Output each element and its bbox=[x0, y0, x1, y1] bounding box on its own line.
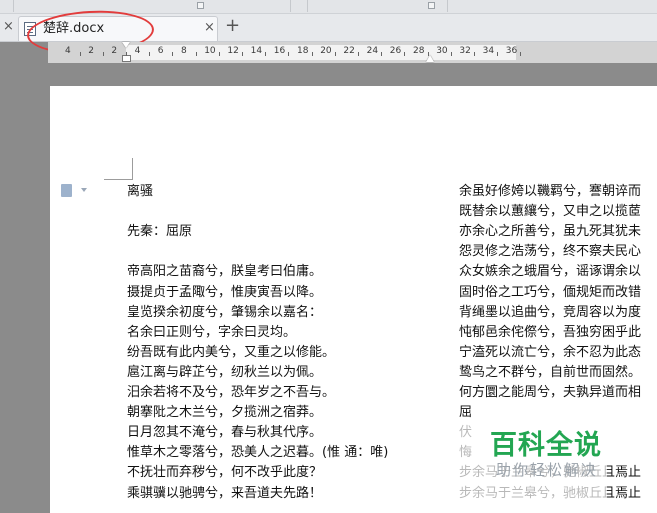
ruler-number: 6 bbox=[157, 46, 164, 56]
ruler-number: 2 bbox=[88, 46, 94, 56]
watermark-subtitle: 助你轻松解决 bbox=[496, 461, 599, 479]
text-line: 帝高阳之苗裔兮，朕皇考曰伯庸。 bbox=[127, 264, 323, 280]
ruler-number: 14 bbox=[250, 46, 263, 56]
text-line: 鸷鸟之不群兮，自前世而固然。 bbox=[459, 364, 642, 380]
ruler-tick bbox=[450, 52, 452, 56]
text-line: 背绳墨以追曲兮，竞周容以为度 bbox=[459, 304, 642, 320]
ruler-tick bbox=[218, 52, 220, 56]
text-line: 怨灵修之浩荡兮，终不察夫民心 bbox=[459, 244, 642, 260]
text-line: 乘骐骥以驰骋兮，来吾道夫先路！ bbox=[127, 485, 323, 501]
ruler-tick bbox=[427, 52, 429, 56]
ruler-number: 12 bbox=[227, 46, 239, 56]
ruler-tick bbox=[172, 52, 174, 56]
ruler-number: 24 bbox=[366, 46, 379, 56]
text-line: 皇览揆余初度兮，肇锡余以嘉名： bbox=[127, 304, 323, 320]
text-line: 忳郁邑余侘傺兮，吾独穷困乎此 bbox=[459, 324, 642, 340]
chevron-down-icon[interactable] bbox=[81, 188, 87, 192]
ruler-number: 4 bbox=[65, 46, 71, 56]
tab-close-icon[interactable]: × bbox=[204, 20, 215, 35]
strip-divider bbox=[13, 0, 14, 12]
ruler-number: 16 bbox=[273, 46, 286, 56]
right-indent-marker[interactable] bbox=[426, 55, 434, 62]
ruler-number: 34 bbox=[482, 46, 495, 56]
ruler-tick bbox=[358, 52, 359, 56]
ruler-tick bbox=[126, 52, 127, 56]
ruler-tick bbox=[404, 52, 406, 56]
ruler-number: 28 bbox=[413, 46, 425, 56]
strip-divider bbox=[290, 0, 291, 12]
text-line: 先秦：屈原 bbox=[127, 224, 193, 240]
ruler-tick bbox=[288, 52, 290, 56]
ruler-tick bbox=[242, 52, 243, 56]
close-icon[interactable]: × bbox=[3, 19, 14, 35]
text-line: 亦余心之所善兮，虽九死其犹未 bbox=[459, 224, 642, 240]
ruler-tick bbox=[265, 52, 267, 56]
text-line: 扈江离与辟芷兮，纫秋兰以为佩。 bbox=[127, 364, 323, 380]
ruler-tick bbox=[381, 52, 383, 56]
text-line: 离骚 bbox=[127, 184, 154, 199]
ruler-number: 8 bbox=[181, 46, 187, 56]
ruler-number: 30 bbox=[436, 46, 448, 56]
ruler-number: 10 bbox=[204, 46, 216, 56]
paragraph-layout-icon[interactable] bbox=[61, 184, 72, 197]
watermark-title: 百科全说 bbox=[490, 430, 602, 461]
text-line: 摄提贞于孟陬兮，惟庚寅吾以降。 bbox=[127, 284, 323, 300]
text-line: 既替余以蕙纕兮，又申之以揽茝 bbox=[459, 204, 642, 220]
strip-divider bbox=[447, 0, 448, 12]
ruler-number: 4 bbox=[134, 46, 141, 56]
ruler-tick bbox=[497, 52, 499, 56]
text-line: 固时俗之工巧兮，偭规矩而改错 bbox=[459, 284, 642, 300]
text-line: 惟草木之零落兮，恐美人之迟暮。(惟 通：唯) bbox=[127, 445, 389, 461]
ruler-number: 22 bbox=[343, 46, 355, 56]
crop-mark bbox=[104, 179, 132, 180]
text-line: 不抚壮而弃秽兮，何不改乎此度？ bbox=[127, 465, 323, 481]
ruler-tick bbox=[520, 52, 522, 56]
ruler-tick bbox=[149, 52, 151, 56]
ruler-number: 32 bbox=[459, 46, 471, 56]
horizontal-ruler[interactable]: 4 2 2 4 6 8 10 12 14 16 18 20 22 24 26 28 30 32 34 36 bbox=[48, 42, 657, 63]
text-line: 汨余若将不及兮，恐年岁之不吾与。 bbox=[127, 385, 336, 400]
ruler-tick bbox=[79, 52, 81, 56]
text-line: 众女嫉余之蛾眉兮，谣诼谓余以 bbox=[459, 264, 642, 280]
ruler-tick bbox=[102, 52, 104, 56]
ruler-tick bbox=[334, 52, 336, 56]
ruler-number: 2 bbox=[111, 46, 118, 56]
ruler-tick bbox=[195, 52, 197, 56]
text-line: 何方圜之能周兮，夫孰异道而相 bbox=[459, 385, 642, 400]
text-line: 朝搴阰之木兰兮，夕揽洲之宿莽。 bbox=[127, 405, 323, 421]
new-tab-icon[interactable]: + bbox=[225, 15, 240, 37]
ruler-tick bbox=[311, 52, 313, 56]
strip-divider bbox=[307, 0, 308, 12]
text-line: 余虽好修姱以鞿羁兮，謇朝谇而 bbox=[459, 184, 642, 199]
crop-mark bbox=[132, 158, 133, 180]
text-line: 纷吾既有此内美兮，又重之以修能。 bbox=[127, 344, 336, 360]
ruler-number: 18 bbox=[297, 46, 309, 56]
text-line: 日月忽其不淹兮，春与秋其代序。 bbox=[127, 425, 323, 441]
first-line-indent-marker[interactable] bbox=[122, 42, 130, 48]
text-line: 宁溘死以流亡兮，余不忍为此态 bbox=[459, 344, 642, 360]
mini-restore-icon[interactable] bbox=[197, 2, 204, 9]
mini-restore-icon[interactable] bbox=[428, 2, 435, 9]
ruler-number: 26 bbox=[389, 46, 402, 56]
ruler-number: 20 bbox=[320, 46, 332, 56]
text-line: 名余曰正则兮，字余曰灵均。 bbox=[127, 324, 297, 340]
ruler-number: 36 bbox=[505, 46, 518, 56]
ruler-tick bbox=[474, 52, 475, 56]
left-indent-marker[interactable] bbox=[122, 55, 131, 62]
